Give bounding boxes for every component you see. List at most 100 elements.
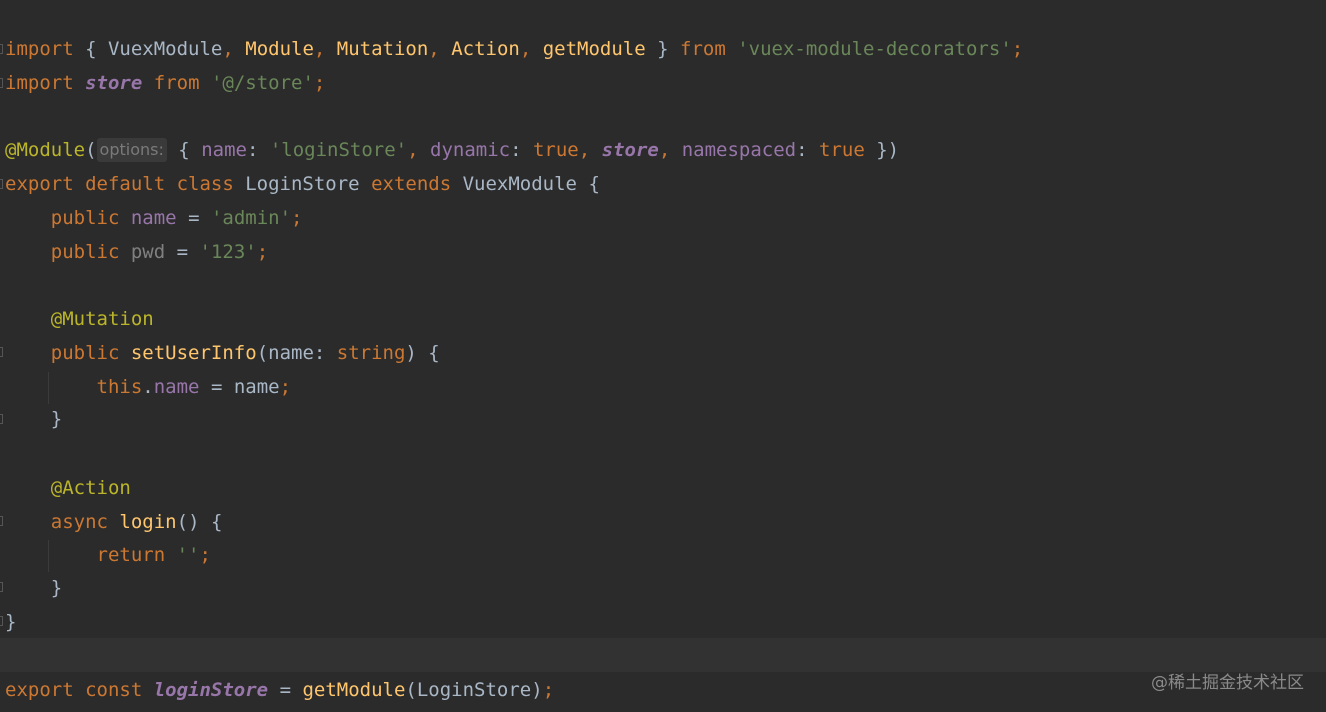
property: name [153, 376, 200, 398]
punctuation: { [73, 38, 108, 60]
keyword: public [50, 342, 120, 364]
keyword: extends [371, 173, 452, 195]
string-literal: '123' [199, 241, 257, 263]
fold-marker[interactable] [0, 179, 3, 189]
keyword: from [680, 38, 726, 60]
punctuation: } [50, 577, 63, 599]
punctuation: }) [864, 139, 900, 161]
keyword: public [50, 241, 120, 263]
keyword: export const [5, 679, 143, 701]
fold-marker[interactable] [0, 616, 3, 626]
punctuation: , [658, 139, 682, 161]
string-literal: '@/store' [210, 72, 314, 94]
fold-marker[interactable] [0, 516, 3, 526]
fold-marker[interactable] [0, 78, 3, 88]
code-line-14[interactable]: @Action [5, 474, 131, 502]
function-name: login [119, 511, 177, 533]
watermark: @稀土掘金技术社区 [1151, 673, 1304, 693]
identifier: Mutation [336, 38, 429, 60]
code-line-20[interactable]: export const loginStore = getModule(Logi… [5, 676, 554, 704]
operator: = [176, 207, 211, 229]
property: dynamic [430, 139, 511, 161]
expression: = name [199, 376, 280, 398]
punctuation: ; [199, 544, 211, 566]
keyword: string [336, 342, 406, 364]
arguments: (LoginStore) [405, 679, 543, 701]
punctuation: } [50, 408, 63, 430]
fold-marker[interactable] [0, 582, 3, 592]
string-literal: '' [176, 544, 200, 566]
punctuation: { [577, 173, 600, 195]
code-line-6[interactable]: public name = 'admin'; [5, 204, 303, 232]
property: name [201, 139, 247, 161]
operator: = [165, 241, 200, 263]
code-line-9[interactable]: @Mutation [5, 305, 154, 333]
property: namespaced [681, 139, 797, 161]
current-line-highlight [0, 638, 1326, 672]
fold-marker[interactable] [0, 347, 3, 357]
code-line-18[interactable]: } [5, 608, 16, 636]
class-name: LoginStore [245, 173, 360, 195]
punctuation: () { [176, 511, 223, 533]
punctuation: ; [291, 207, 303, 229]
keyword: public [50, 207, 120, 229]
identifier: Action [451, 38, 520, 60]
keyword: async [50, 511, 108, 533]
code-line-12[interactable]: } [5, 405, 62, 433]
code-line-15[interactable]: async login() { [5, 508, 223, 536]
code-line-5[interactable]: export default class LoginStore extends … [5, 170, 600, 198]
punctuation: : [246, 139, 270, 161]
operator: = [268, 679, 303, 701]
punctuation: , [222, 38, 246, 60]
punctuation: { [166, 139, 202, 161]
function-name: setUserInfo [130, 342, 257, 364]
punctuation: . [142, 376, 154, 398]
keyword: import [5, 72, 74, 94]
punctuation: ; [542, 679, 555, 701]
punctuation: ; [256, 241, 269, 263]
punctuation: : [796, 139, 820, 161]
keyword: from [153, 72, 200, 94]
punctuation: , [519, 38, 543, 60]
keyword: import [5, 38, 74, 60]
fold-marker[interactable] [0, 414, 3, 424]
punctuation: ; [279, 376, 292, 398]
code-line-7[interactable]: public pwd = '123'; [5, 238, 268, 266]
code-line-11[interactable]: this.name = name; [5, 373, 292, 401]
punctuation: ) { [405, 342, 440, 364]
code-line-2[interactable]: import store from '@/store'; [5, 69, 325, 97]
punctuation: } [645, 38, 680, 60]
code-editor[interactable]: import { VuexModule, Module, Mutation, A… [0, 0, 1326, 712]
keyword: true [532, 139, 579, 161]
decorator: @Action [50, 477, 131, 499]
code-line-17[interactable]: } [5, 574, 62, 602]
parameter-hint: options: [96, 138, 167, 162]
code-line-16[interactable]: return ''; [5, 541, 211, 569]
identifier: Module [245, 38, 314, 60]
punctuation: } [5, 611, 17, 633]
parameters: (name: [256, 342, 337, 364]
property: pwd [130, 241, 166, 263]
identifier: store [601, 139, 659, 161]
punctuation: , [407, 139, 431, 161]
keyword: export default class [5, 173, 234, 195]
string-literal: 'loginStore' [269, 139, 408, 161]
keyword: true [819, 139, 865, 161]
decorator: @Module [5, 139, 86, 161]
punctuation: , [313, 38, 337, 60]
punctuation: ( [85, 139, 97, 161]
keyword: this [96, 376, 143, 398]
identifier: getModule [542, 38, 646, 60]
code-line-4[interactable]: @Module(options: { name: 'loginStore', d… [5, 136, 899, 164]
string-literal: 'admin' [210, 207, 292, 229]
code-line-10[interactable]: public setUserInfo(name: string) { [5, 339, 440, 367]
property: name [130, 207, 177, 229]
punctuation: , [578, 139, 602, 161]
code-line-1[interactable]: import { VuexModule, Module, Mutation, A… [5, 35, 1023, 63]
punctuation: , [428, 38, 452, 60]
fold-marker[interactable] [0, 44, 3, 54]
decorator: @Mutation [50, 308, 154, 330]
identifier: store [85, 72, 143, 94]
punctuation: ; [313, 72, 326, 94]
function-name: getModule [302, 679, 406, 701]
